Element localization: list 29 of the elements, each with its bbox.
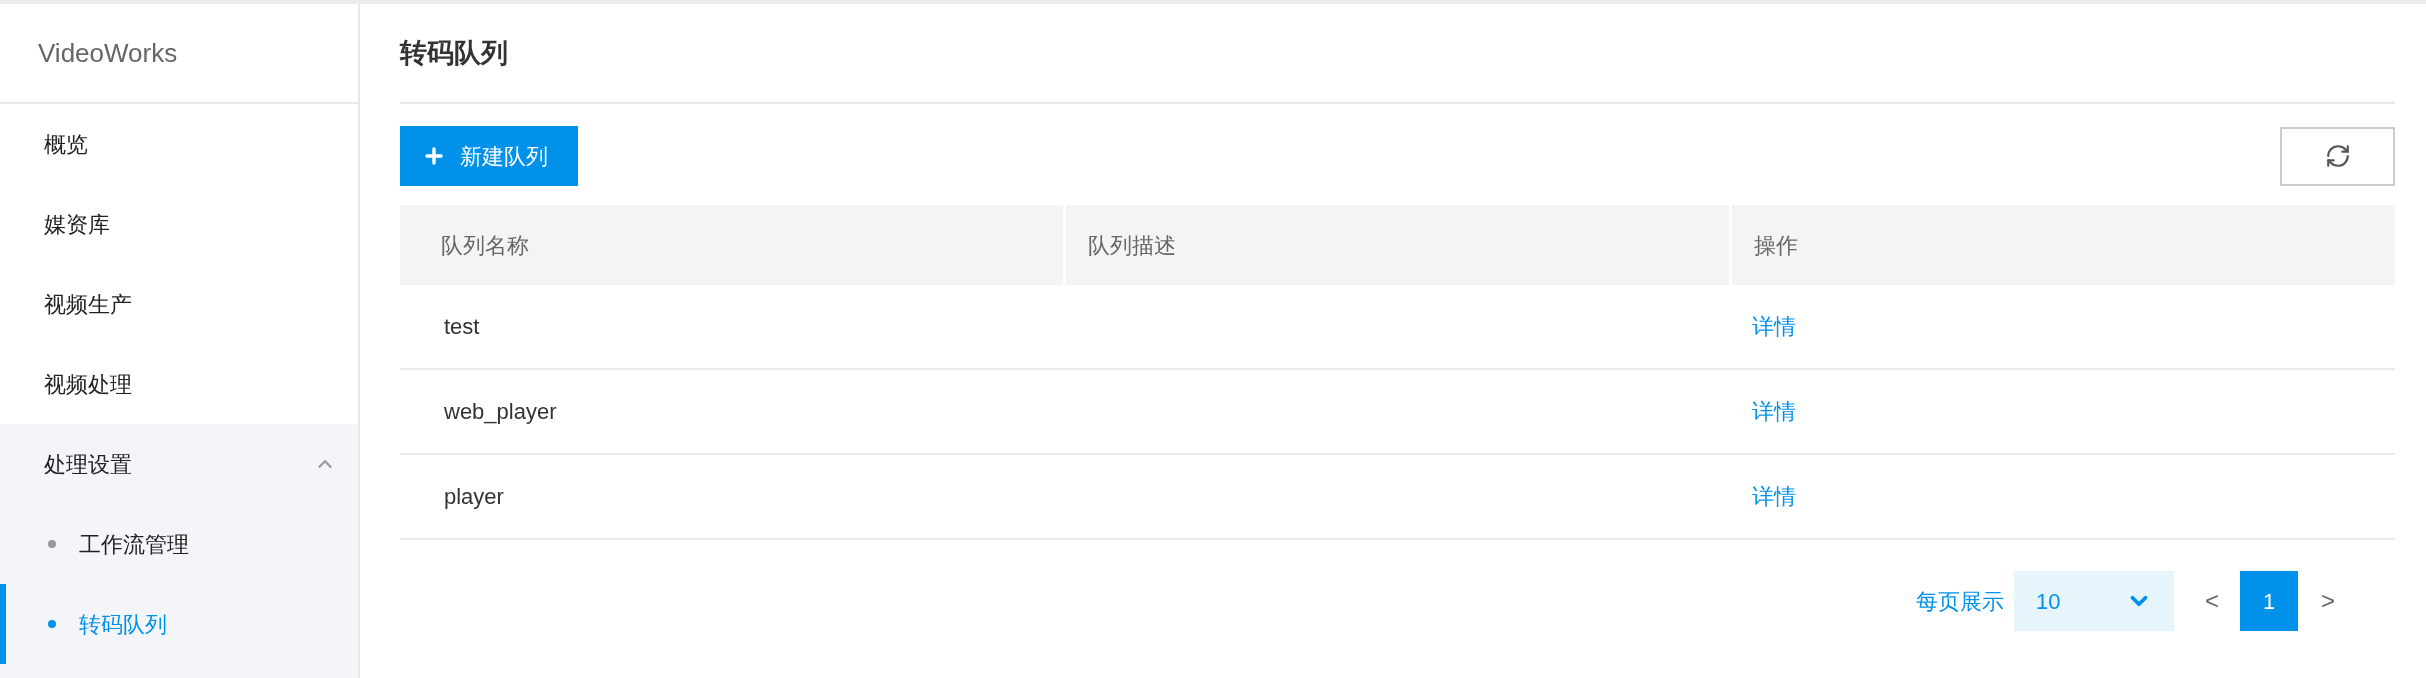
- plus-icon: [422, 144, 446, 168]
- sidebar-subitem[interactable]: 工作流管理: [0, 504, 358, 584]
- sidebar-item[interactable]: 视频生产: [0, 264, 358, 344]
- details-link[interactable]: 详情: [1752, 484, 1796, 509]
- sidebar-item[interactable]: 媒资库: [0, 184, 358, 264]
- page-size-select[interactable]: 10: [2014, 571, 2174, 631]
- details-link[interactable]: 详情: [1752, 399, 1796, 424]
- app-logo: VideoWorks: [38, 36, 178, 70]
- sidebar-item[interactable]: 处理设置: [0, 424, 358, 504]
- new-queue-button[interactable]: 新建队列: [400, 126, 578, 186]
- table-cell: web_player: [444, 399, 557, 424]
- page-size-label: 每页展示: [1916, 587, 2004, 616]
- refresh-button[interactable]: [2280, 126, 2395, 186]
- sidebar-item[interactable]: 概览: [0, 104, 358, 184]
- previous-page-button[interactable]: <: [2184, 571, 2240, 631]
- next-page-button[interactable]: >: [2300, 571, 2356, 631]
- refresh-icon: [2324, 143, 2351, 169]
- column-header: 队列名称: [400, 205, 1063, 285]
- sidebar-subitem[interactable]: 转码队列: [0, 584, 358, 664]
- table-cell: player: [444, 484, 504, 509]
- page-button[interactable]: 1: [2240, 571, 2298, 631]
- column-header: 操作: [1732, 205, 2395, 285]
- table-cell: test: [444, 314, 480, 339]
- bullet-icon: [48, 620, 56, 628]
- page-title: 转码队列: [400, 36, 508, 70]
- column-header: 队列描述: [1066, 205, 1729, 285]
- bullet-icon: [48, 540, 56, 548]
- details-link[interactable]: 详情: [1752, 314, 1796, 339]
- sidebar-item[interactable]: 视频处理: [0, 344, 358, 424]
